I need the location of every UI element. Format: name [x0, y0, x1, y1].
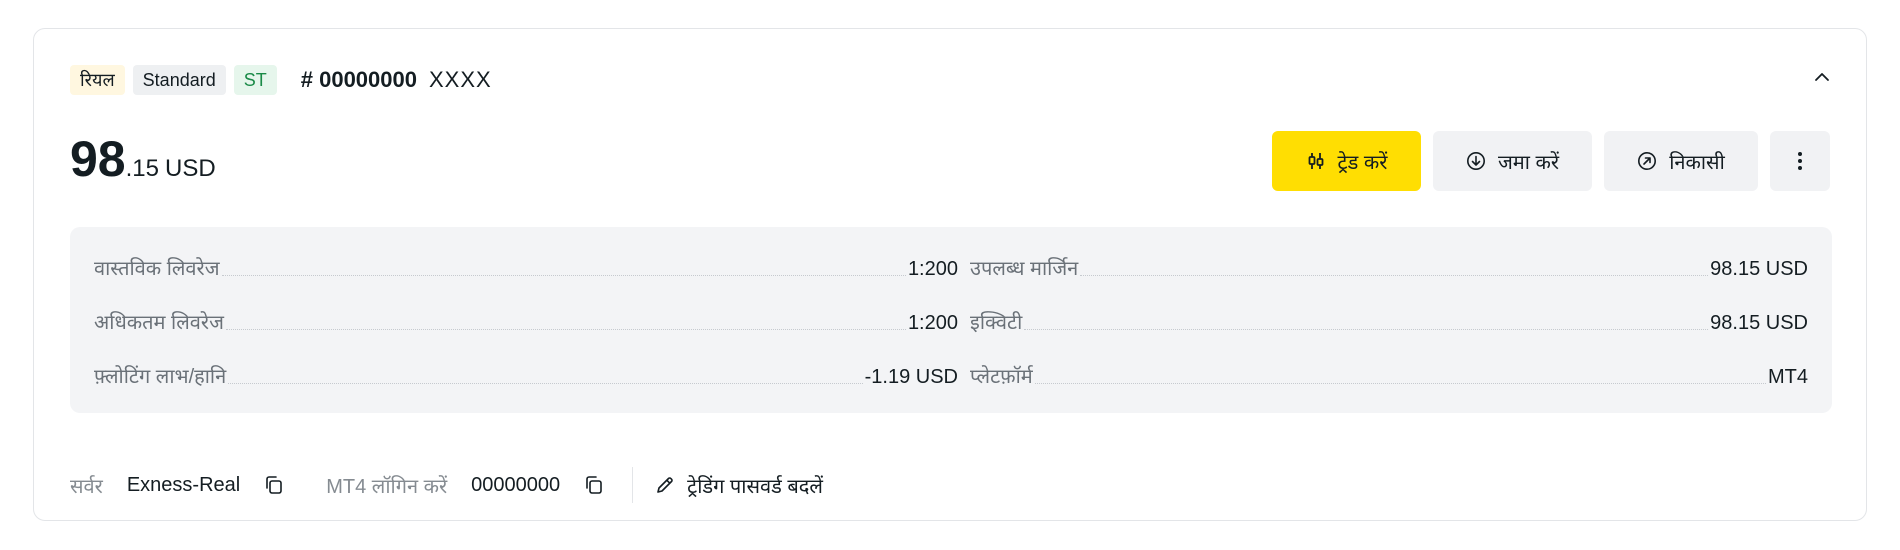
dotted-leader	[1034, 383, 1766, 384]
copy-icon	[586, 476, 602, 494]
copy-icon	[266, 476, 283, 494]
free-margin-label: उपलब्ध मार्जिन	[970, 258, 1079, 280]
dotted-leader	[228, 383, 863, 384]
info-row: वास्तविक लिवरेज 1:200	[94, 253, 958, 281]
trade-button[interactable]: ट्रेड करें	[1272, 131, 1421, 191]
free-margin-value: 98.15 USD	[1710, 258, 1808, 280]
more-icon	[1798, 152, 1802, 170]
account-footer: सर्वर Exness-Real MT4 लॉगिन करें 0000000…	[70, 465, 823, 505]
trade-icon	[1308, 153, 1323, 169]
info-column-left: वास्तविक लिवरेज 1:200 अधिकतम लिवरेज 1:20…	[94, 253, 958, 415]
account-actions: ट्रेड करें जमा करें निकासी	[1272, 131, 1830, 191]
max-leverage-label: अधिकतम लिवरेज	[94, 312, 224, 334]
deposit-label: जमा करें	[1497, 151, 1560, 174]
balance-decimal: .15	[125, 155, 159, 182]
account-number: # 00000000	[300, 67, 417, 92]
copy-login-button[interactable]	[574, 465, 614, 505]
info-row: उपलब्ध मार्जिन 98.15 USD	[970, 253, 1808, 281]
equity-label: इक्विटी	[970, 312, 1023, 334]
floating-pl-value: -1.19 USD	[864, 366, 958, 388]
dotted-leader	[221, 275, 906, 276]
account-name: XXXX	[428, 67, 492, 92]
platform-label: प्लेटफ़ॉर्म	[970, 366, 1033, 388]
chevron-up-icon	[1815, 73, 1829, 81]
st-tag: ST	[233, 65, 277, 95]
info-row: फ़्लोटिंग लाभ/हानि -1.19 USD	[94, 361, 958, 389]
withdraw-icon	[1638, 152, 1657, 170]
account-header: रियल Standard ST # 00000000 XXXX	[70, 65, 492, 95]
standard-tag: Standard	[132, 65, 226, 95]
info-row: प्लेटफ़ॉर्म MT4	[970, 361, 1808, 389]
copy-server-button[interactable]	[254, 465, 294, 505]
pencil-icon	[657, 477, 673, 493]
balance-integer: 98	[70, 131, 126, 187]
login-label: MT4 लॉगिन करें	[326, 475, 448, 498]
trade-label: ट्रेड करें	[1337, 151, 1388, 174]
login-value: 00000000	[471, 473, 561, 496]
collapse-button[interactable]	[1810, 65, 1834, 89]
withdraw-label: निकासी	[1669, 151, 1725, 174]
info-row: अधिकतम लिवरेज 1:200	[94, 307, 958, 335]
actual-leverage-label: वास्तविक लिवरेज	[94, 258, 220, 280]
dotted-leader	[1080, 275, 1709, 276]
account-card: रियल Standard ST # 00000000 XXXX 98 .15 …	[33, 28, 1867, 521]
footer-divider	[632, 467, 634, 503]
change-password-label: ट्रेडिंग पासवर्ड बदलें	[687, 475, 823, 498]
withdraw-button[interactable]: निकासी	[1604, 131, 1758, 191]
server-value: Exness-Real	[126, 473, 241, 496]
real-tag: रियल	[70, 65, 125, 95]
more-options-button[interactable]	[1770, 131, 1830, 191]
account-info-panel: वास्तविक लिवरेज 1:200 अधिकतम लिवरेज 1:20…	[70, 227, 1832, 413]
deposit-icon	[1466, 152, 1485, 170]
server-label: सर्वर	[70, 475, 103, 498]
equity-value: 98.15 USD	[1710, 312, 1808, 334]
platform-value: MT4	[1768, 366, 1808, 388]
change-password-link[interactable]: ट्रेडिंग पासवर्ड बदलें	[655, 472, 823, 499]
balance-currency: USD	[165, 155, 216, 182]
max-leverage-value: 1:200	[907, 312, 958, 334]
balance: 98 .15 USD	[70, 131, 216, 187]
dotted-leader	[1024, 329, 1709, 330]
deposit-button[interactable]: जमा करें	[1433, 131, 1592, 191]
actual-leverage-value: 1:200	[907, 258, 958, 280]
dotted-leader	[225, 329, 906, 330]
floating-pl-label: फ़्लोटिंग लाभ/हानि	[94, 366, 227, 388]
info-column-right: उपलब्ध मार्जिन 98.15 USD इक्विटी 98.15 U…	[970, 253, 1808, 415]
info-row: इक्विटी 98.15 USD	[970, 307, 1808, 335]
